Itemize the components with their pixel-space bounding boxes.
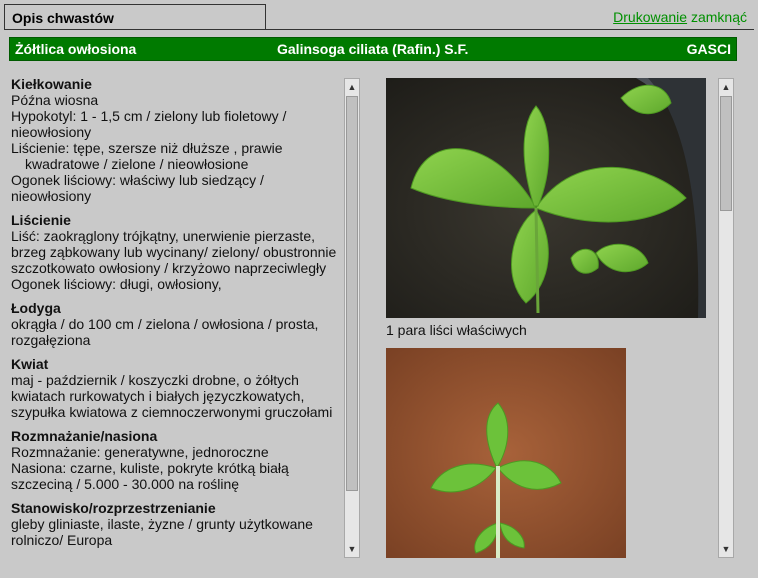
scroll-thumb[interactable]	[346, 96, 358, 491]
section-line: Hypokotyl: 1 - 1,5 cm / zielony lub fiol…	[11, 108, 287, 124]
scroll-thumb[interactable]	[720, 96, 732, 211]
section-line: Liścienie: tępe, szersze niż dłuższe , p…	[11, 140, 283, 156]
description-scrollbar[interactable]: ▲ ▼	[344, 78, 360, 558]
scroll-down-arrow-icon[interactable]: ▼	[345, 541, 359, 557]
scroll-down-arrow-icon[interactable]: ▼	[719, 541, 733, 557]
description-section: Stanowisko/rozprzestrzenianie gleby glini…	[11, 500, 341, 548]
section-title: Rozmnażanie/nasiona	[11, 428, 158, 444]
species-name-latin: Galinsoga ciliata (Rafin.) S.F.	[277, 41, 469, 57]
description-section: Łodyga okrągła / do 100 cm / zielona / ow…	[11, 300, 341, 348]
description-section: Kwiat maj - październik / koszyczki drobn…	[11, 356, 341, 420]
section-title: Liścienie	[11, 212, 71, 228]
section-title: Łodyga	[11, 300, 61, 316]
section-line: nieowłosiony	[11, 124, 92, 140]
species-banner: Żółtlica owłosiona Galinsoga ciliata (Ra…	[9, 37, 737, 61]
tab-weed-description[interactable]: Opis chwastów	[4, 4, 266, 30]
section-line: rolniczo/ Europa	[11, 532, 113, 548]
scroll-up-arrow-icon[interactable]: ▲	[345, 79, 359, 95]
scroll-up-arrow-icon[interactable]: ▲	[719, 79, 733, 95]
weed-photo-seedling	[386, 78, 706, 318]
species-code: GASCI	[686, 41, 731, 57]
section-line: szypułka kwiatowa z ciemnoczerwonymi gru…	[11, 404, 333, 420]
section-line: nieowłosiony	[11, 188, 92, 204]
section-line: Rozmnażanie: generatywne, jednoroczne	[11, 444, 269, 460]
section-line: kwadratowe / zielone / nieowłosione	[25, 156, 249, 172]
description-section: Liścienie Liść: zaokrąglony trójkątny, un…	[11, 212, 341, 292]
section-line: Liść: zaokrąglony trójkątny, unerwienie …	[11, 228, 316, 244]
description-section: Kiełkowanie Późna wiosna Hypokotyl: 1 - 1,…	[11, 76, 341, 204]
photos-scrollbar[interactable]: ▲ ▼	[718, 78, 734, 558]
section-line: Nasiona: czarne, kuliste, pokryte krótką…	[11, 460, 289, 476]
section-line: maj - październik / koszyczki drobne, o …	[11, 372, 299, 388]
section-line: Ogonek liściowy: właściwy lub siedzący /	[11, 172, 264, 188]
weed-photo-young-plant	[386, 348, 626, 558]
close-link[interactable]: zamknąć	[691, 9, 747, 25]
top-links: Drukowanie zamknąć	[613, 9, 747, 25]
section-title: Kiełkowanie	[11, 76, 92, 92]
photo-caption: 1 para liści właściwych	[386, 322, 527, 338]
species-name-polish: Żółtlica owłosiona	[15, 41, 137, 57]
description-panel: Kiełkowanie Późna wiosna Hypokotyl: 1 - 1,…	[11, 76, 341, 560]
section-line: gleby gliniaste, ilaste, żyzne / grunty …	[11, 516, 313, 532]
description-section: Rozmnażanie/nasiona Rozmnażanie: generaty…	[11, 428, 341, 492]
print-link[interactable]: Drukowanie	[613, 9, 687, 25]
section-title: Kwiat	[11, 356, 49, 372]
section-line: rozgałęziona	[11, 332, 91, 348]
section-line: Późna wiosna	[11, 92, 99, 108]
section-line: kwiatach rurkowatych i białych języczkow…	[11, 388, 305, 404]
section-line: okrągła / do 100 cm / zielona / owłosion…	[11, 316, 319, 332]
tab-frame-line	[4, 29, 754, 30]
section-line: Ogonek liściowy: długi, owłosiony,	[11, 276, 222, 292]
section-title: Stanowisko/rozprzestrzenianie	[11, 500, 216, 516]
section-line: szczotkowato owłosiony / krzyżowo naprze…	[11, 260, 327, 276]
tab-title: Opis chwastów	[12, 10, 114, 26]
section-line: szczeciną / 5.000 - 30.000 na roślinę	[11, 476, 240, 492]
section-line: brzeg ząbkowany lub wycinany/ zielony/ o…	[11, 244, 337, 260]
